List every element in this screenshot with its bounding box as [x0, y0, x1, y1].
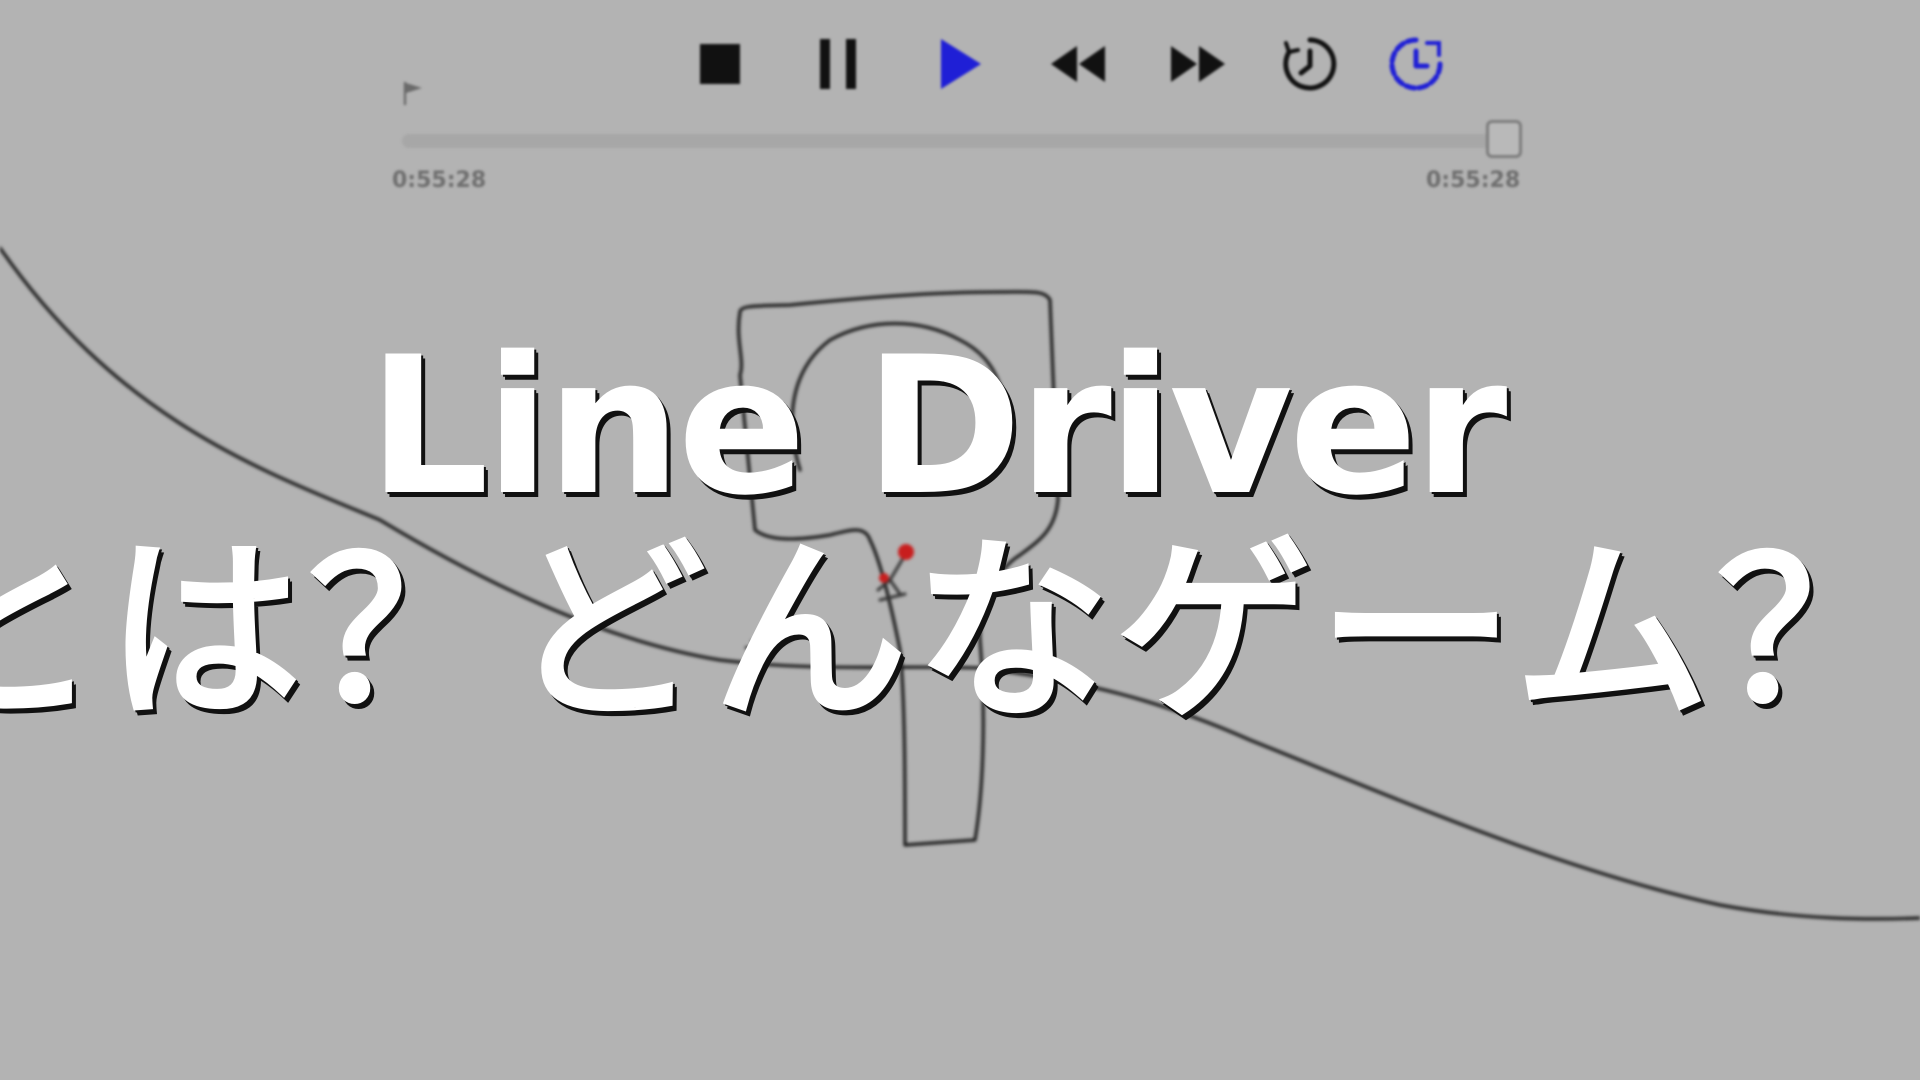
- fast-forward-button[interactable]: [1166, 28, 1230, 100]
- pause-icon: [820, 39, 856, 89]
- timeline-start-time: 0:55:28: [392, 168, 487, 193]
- overlay-title-line-1: Line Driver: [368, 316, 1507, 537]
- fast-forward-icon: [1171, 46, 1225, 82]
- pause-button[interactable]: [806, 28, 870, 100]
- overlay-title-line-2: とは？どんなゲーム？: [0, 519, 1919, 747]
- stop-button[interactable]: [688, 28, 752, 100]
- game-stage[interactable]: 0:55:28 0:55:28 Line Driver とは？どんなゲーム？: [0, 0, 1920, 1080]
- stop-icon: [700, 44, 740, 84]
- rewind-button[interactable]: [1046, 28, 1110, 100]
- flag-icon[interactable]: [402, 80, 426, 106]
- play-icon: [941, 39, 981, 89]
- timeline-scrubber-handle[interactable]: [1486, 120, 1522, 158]
- timeline-end-time: 0:55:28: [1426, 168, 1521, 193]
- clock-icon: [1283, 37, 1337, 91]
- play-button[interactable]: [928, 28, 992, 100]
- playback-toolbar: 0:55:28 0:55:28: [0, 0, 1920, 200]
- rewind-icon: [1051, 46, 1105, 82]
- timeline-track[interactable]: [402, 134, 1505, 148]
- timer-icon: [1389, 37, 1443, 91]
- timer-button[interactable]: [1384, 28, 1448, 100]
- slow-motion-button[interactable]: [1278, 28, 1342, 100]
